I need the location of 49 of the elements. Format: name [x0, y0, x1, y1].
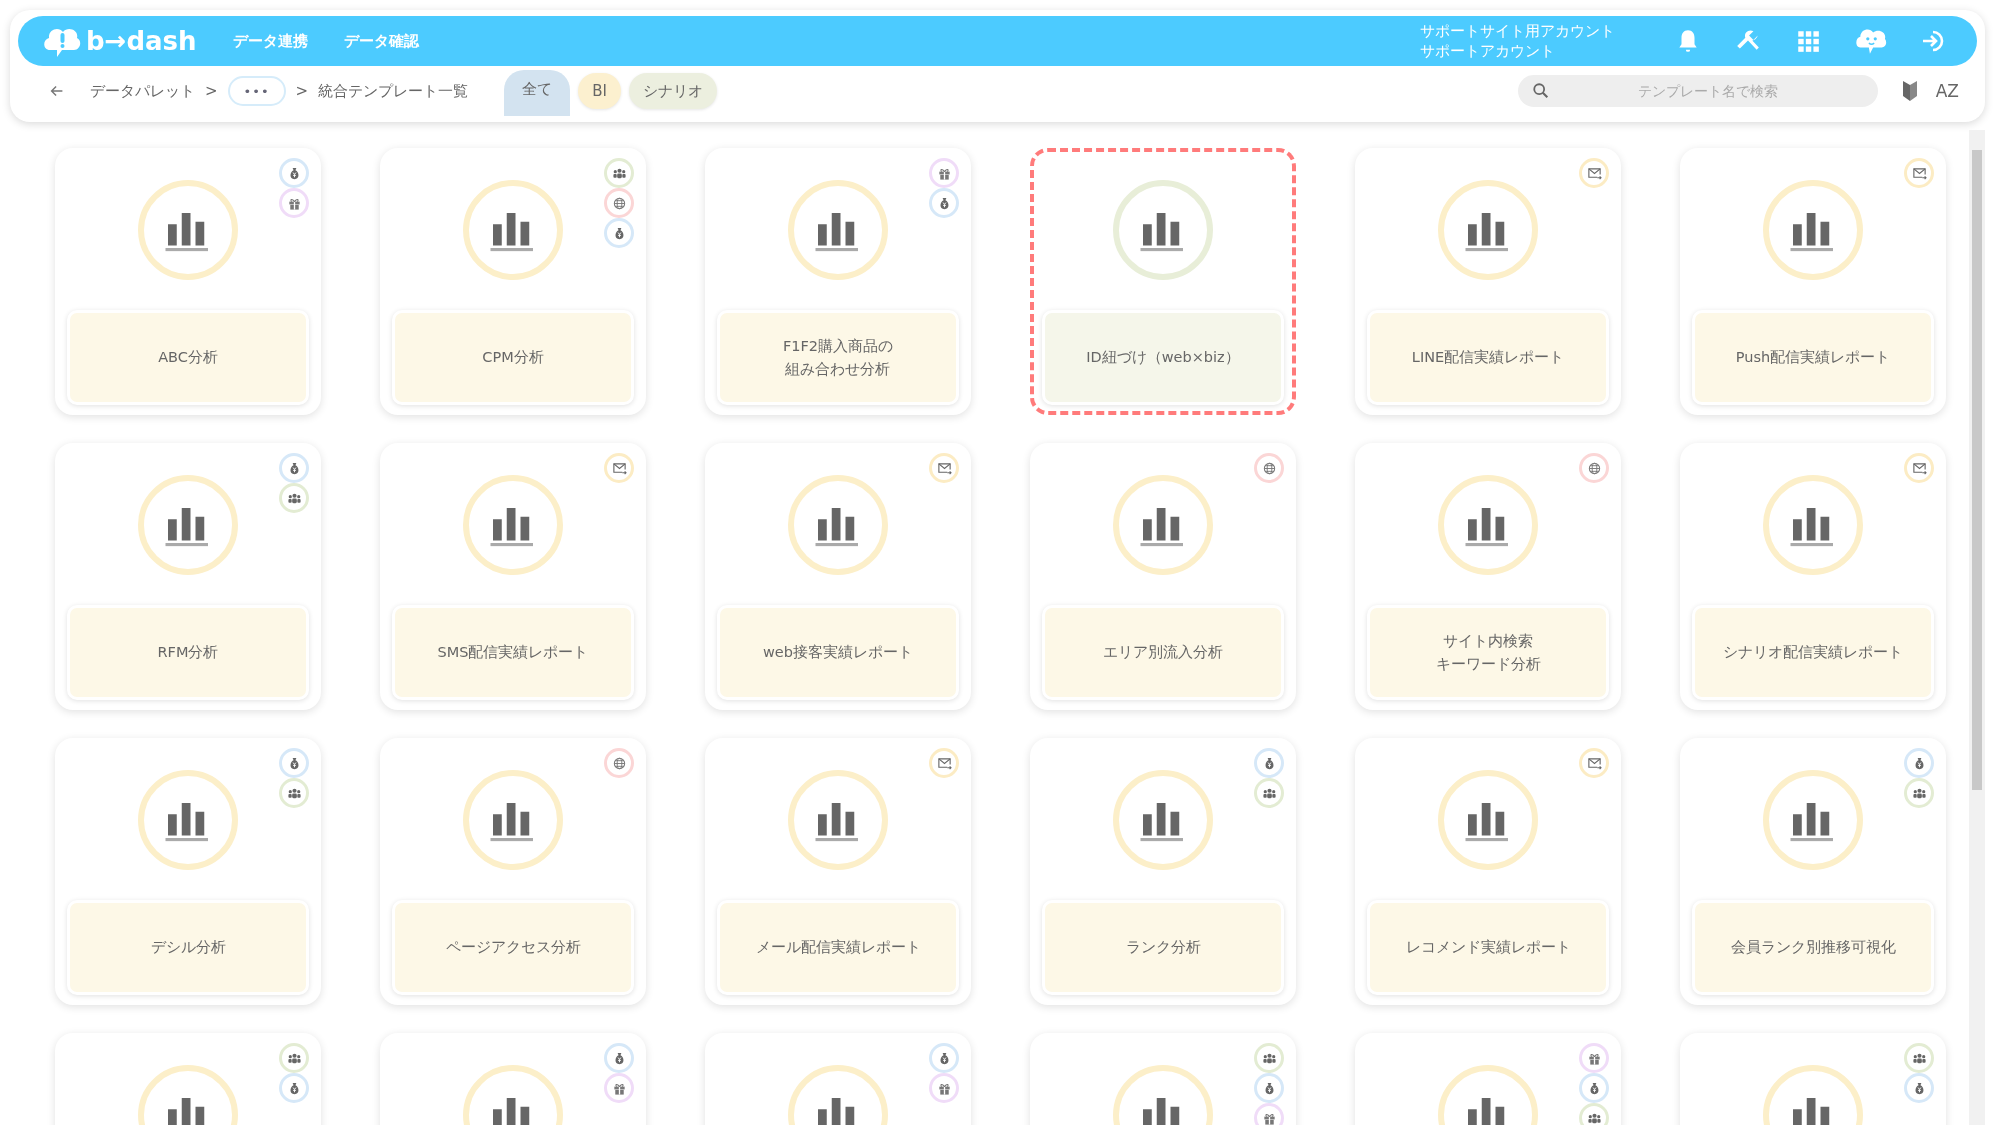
- template-card[interactable]: Push配信実績レポート: [1680, 148, 1946, 415]
- template-card[interactable]: F1F2購入商品の 組み合わせ分析: [705, 148, 971, 415]
- breadcrumb-separator: >: [295, 82, 309, 100]
- card-title: CPM分析: [392, 310, 634, 405]
- account-name: サポートアカウント: [1420, 41, 1556, 61]
- template-card[interactable]: デシル分析: [55, 738, 321, 1005]
- template-card[interactable]: エリア別流入分析: [1030, 443, 1296, 710]
- template-card[interactable]: RFM分析: [55, 443, 321, 710]
- card-title: ページアクセス分析: [392, 900, 634, 995]
- breadcrumb-current: 統合テンプレート一覧: [318, 81, 469, 101]
- card-title: F1F2購入商品の 組み合わせ分析: [717, 310, 959, 405]
- filter-tab[interactable]: シナリオ: [628, 73, 717, 109]
- template-card[interactable]: サイト内検索 キーワード分析: [1355, 443, 1621, 710]
- card-title: ランク分析: [1042, 900, 1284, 995]
- template-card[interactable]: ページアクセス分析: [380, 738, 646, 1005]
- filter-tab[interactable]: 全て: [504, 70, 571, 116]
- card-title: Push配信実績レポート: [1692, 310, 1934, 405]
- sort-button[interactable]: AZ: [1931, 81, 1963, 101]
- template-card[interactable]: CPM分析: [380, 148, 646, 415]
- card-title: サイト内検索 キーワード分析: [1367, 605, 1609, 700]
- search-field[interactable]: テンプレート名で検索: [1517, 75, 1878, 107]
- template-card[interactable]: 会員ランク別推移可視化: [1680, 738, 1946, 1005]
- template-card[interactable]: LINE配信実績レポート: [1355, 148, 1621, 415]
- template-card[interactable]: ABC分析: [55, 148, 321, 415]
- template-card[interactable]: レコメンド実績レポート: [1355, 738, 1621, 1005]
- card-title: エリア別流入分析: [1042, 605, 1284, 700]
- card-title: ABC分析: [67, 310, 309, 405]
- card-title: LINE配信実績レポート: [1367, 310, 1609, 405]
- template-card[interactable]: ID紐づけ（web×biz）: [1030, 148, 1296, 415]
- template-card[interactable]: シナリオ配信実績レポート: [1680, 443, 1946, 710]
- card-title: RFM分析: [67, 605, 309, 700]
- breadcrumb-separator: >: [205, 82, 218, 100]
- card-title: 会員ランク別推移可視化: [1692, 900, 1934, 995]
- card-title: メール配信実績レポート: [717, 900, 959, 995]
- template-card[interactable]: SMS配信実績レポート: [380, 443, 646, 710]
- card-title: web接客実績レポート: [717, 605, 959, 700]
- card-title: SMS配信実績レポート: [392, 605, 634, 700]
- filter-tab[interactable]: BI: [578, 73, 621, 109]
- account-name: サポートサイト用アカウント: [1420, 21, 1615, 41]
- breadcrumb-link[interactable]: データパレット: [90, 81, 195, 101]
- card-title: シナリオ配信実績レポート: [1692, 605, 1934, 700]
- template-card[interactable]: メール配信実績レポート: [705, 738, 971, 1005]
- card-title: デシル分析: [67, 900, 309, 995]
- more-button[interactable]: •••: [227, 76, 286, 106]
- card-title: ID紐づけ（web×biz）: [1042, 310, 1284, 405]
- card-title: レコメンド実績レポート: [1367, 900, 1609, 995]
- logo-text: b→dash: [86, 26, 197, 56]
- template-card[interactable]: web接客実績レポート: [705, 443, 971, 710]
- template-card[interactable]: ランク分析: [1030, 738, 1296, 1005]
